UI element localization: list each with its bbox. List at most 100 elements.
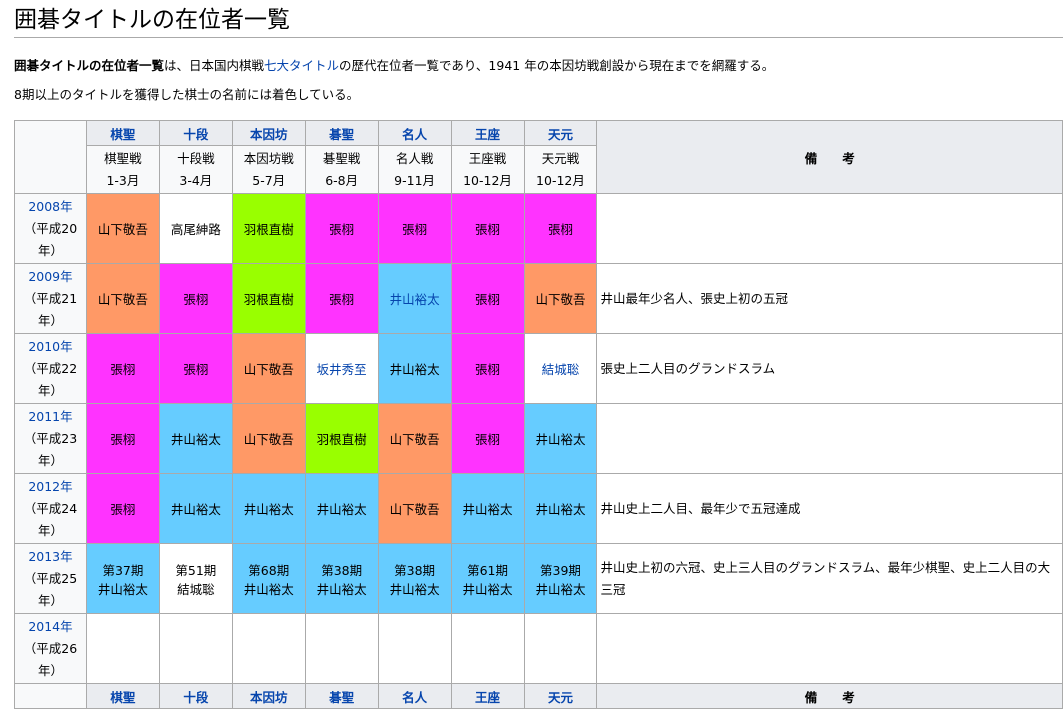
- footer-title-0[interactable]: 棋聖: [85, 683, 160, 709]
- era-label: （平成23年）: [23, 430, 78, 468]
- header-title-0[interactable]: 棋聖: [85, 120, 160, 146]
- holder-name[interactable]: 井山裕太: [160, 499, 231, 518]
- holder-name[interactable]: 井山裕太: [160, 429, 231, 448]
- holder-cell: 第37期 井山裕太: [85, 543, 160, 614]
- holder-name[interactable]: 羽根直樹: [233, 289, 304, 308]
- holder-name[interactable]: 高尾紳路: [160, 219, 231, 238]
- event-name[interactable]: 天元戦: [525, 148, 596, 170]
- holder-name[interactable]: 第51期: [160, 560, 231, 579]
- holder-cell: 山下敬吾: [523, 263, 598, 334]
- holder-name[interactable]: 張栩: [452, 359, 523, 378]
- holder-name[interactable]: 井山裕太: [525, 429, 596, 448]
- seven-titles-link[interactable]: 七大タイトル: [264, 58, 339, 73]
- year-link[interactable]: 2008年: [15, 196, 85, 218]
- footer-title-4[interactable]: 名人: [377, 683, 452, 709]
- holder-name[interactable]: 第68期: [233, 560, 304, 579]
- event-name[interactable]: 碁聖戦: [306, 148, 377, 170]
- header-title-6[interactable]: 天元: [523, 120, 598, 146]
- holder-name[interactable]: 井山裕太: [233, 499, 304, 518]
- holder-cell: 井山裕太: [158, 473, 233, 544]
- holder-name[interactable]: 山下敬吾: [379, 429, 450, 448]
- event-name[interactable]: 名人戦: [379, 148, 450, 170]
- holder-name[interactable]: 張栩: [452, 219, 523, 238]
- footer-title-2[interactable]: 本因坊: [231, 683, 306, 709]
- holder-name-2[interactable]: 結城聡: [160, 579, 231, 598]
- era-label: （平成26年）: [23, 640, 78, 678]
- holder-name[interactable]: 羽根直樹: [233, 219, 304, 238]
- year-link[interactable]: 2010年: [15, 336, 85, 358]
- holder-name[interactable]: 張栩: [379, 219, 450, 238]
- event-name[interactable]: 王座戦: [452, 148, 523, 170]
- year-link[interactable]: 2012年: [15, 476, 85, 498]
- header-title-2[interactable]: 本因坊: [231, 120, 306, 146]
- header-title-4[interactable]: 名人: [377, 120, 452, 146]
- holder-name[interactable]: 山下敬吾: [525, 289, 596, 308]
- header-corner: [14, 120, 87, 194]
- holder-name[interactable]: 山下敬吾: [379, 499, 450, 518]
- holder-name[interactable]: 第39期: [525, 560, 596, 579]
- holder-name[interactable]: 張栩: [306, 219, 377, 238]
- holder-name[interactable]: 張栩: [452, 429, 523, 448]
- intro-text-2: の歴代在位者一覧であり、1941 年の本因坊戦創設から現在までを網羅する。: [339, 58, 775, 73]
- holder-cell: 高尾紳路: [158, 193, 233, 264]
- holder-name[interactable]: 山下敬吾: [87, 289, 158, 308]
- holder-name[interactable]: 結城聡: [525, 359, 596, 378]
- holder-name[interactable]: 張栩: [160, 359, 231, 378]
- holder-name[interactable]: 山下敬吾: [233, 429, 304, 448]
- holder-cell: 張栩: [158, 263, 233, 334]
- holder-cell: 山下敬吾: [377, 403, 452, 474]
- header-event-4: 名人戦 9-11月: [377, 145, 452, 194]
- holder-name[interactable]: 張栩: [525, 219, 596, 238]
- year-link[interactable]: 2014年: [15, 616, 85, 638]
- header-title-1[interactable]: 十段: [158, 120, 233, 146]
- holder-name[interactable]: 張栩: [160, 289, 231, 308]
- holder-cell: 第39期 井山裕太: [523, 543, 598, 614]
- holder-name[interactable]: 張栩: [87, 499, 158, 518]
- holder-name[interactable]: 張栩: [452, 289, 523, 308]
- header-title-3[interactable]: 碁聖: [304, 120, 379, 146]
- event-name[interactable]: 本因坊戦: [233, 148, 304, 170]
- year-link[interactable]: 2009年: [15, 266, 85, 288]
- holder-name[interactable]: 井山裕太: [306, 499, 377, 518]
- holder-name[interactable]: 張栩: [87, 359, 158, 378]
- year-link[interactable]: 2013年: [15, 546, 85, 568]
- holder-name[interactable]: 井山裕太: [452, 499, 523, 518]
- holder-name-2[interactable]: 井山裕太: [87, 579, 158, 598]
- holder-name[interactable]: 井山裕太: [525, 499, 596, 518]
- holder-name-2[interactable]: 井山裕太: [233, 579, 304, 598]
- holder-name[interactable]: 第37期: [87, 560, 158, 579]
- holder-cell: 張栩: [158, 333, 233, 404]
- footer-title-1[interactable]: 十段: [158, 683, 233, 709]
- holder-name-2[interactable]: 井山裕太: [379, 579, 450, 598]
- footer-title-5[interactable]: 王座: [450, 683, 525, 709]
- holder-name[interactable]: 張栩: [87, 429, 158, 448]
- header-event-2: 本因坊戦 5-7月: [231, 145, 306, 194]
- holder-name[interactable]: 井山裕太: [379, 289, 450, 308]
- holder-name[interactable]: 第61期: [452, 560, 523, 579]
- footer-title-6[interactable]: 天元: [523, 683, 598, 709]
- event-name[interactable]: 棋聖戦: [87, 148, 158, 170]
- holder-cell: 山下敬吾: [85, 263, 160, 334]
- holder-name[interactable]: 第38期: [306, 560, 377, 579]
- holder-name[interactable]: 第38期: [379, 560, 450, 579]
- event-name[interactable]: 十段戦: [160, 148, 231, 170]
- holder-name[interactable]: 坂井秀至: [306, 359, 377, 378]
- footer-title-3[interactable]: 碁聖: [304, 683, 379, 709]
- holder-cell: 第51期 結城聡: [158, 543, 233, 614]
- holder-cell: 井山裕太: [304, 473, 379, 544]
- holder-cell: 井山裕太: [377, 333, 452, 404]
- holder-name-2[interactable]: 井山裕太: [452, 579, 523, 598]
- holder-name[interactable]: 山下敬吾: [233, 359, 304, 378]
- footer-corner: [14, 683, 87, 709]
- holder-cell: [231, 613, 306, 684]
- holder-name[interactable]: 井山裕太: [379, 359, 450, 378]
- holder-cell: [158, 613, 233, 684]
- note-cell: [596, 613, 1063, 684]
- header-title-5[interactable]: 王座: [450, 120, 525, 146]
- year-link[interactable]: 2011年: [15, 406, 85, 428]
- holder-name[interactable]: 羽根直樹: [306, 429, 377, 448]
- holder-name[interactable]: 山下敬吾: [87, 219, 158, 238]
- holder-name-2[interactable]: 井山裕太: [306, 579, 377, 598]
- holder-name-2[interactable]: 井山裕太: [525, 579, 596, 598]
- holder-name[interactable]: 張栩: [306, 289, 377, 308]
